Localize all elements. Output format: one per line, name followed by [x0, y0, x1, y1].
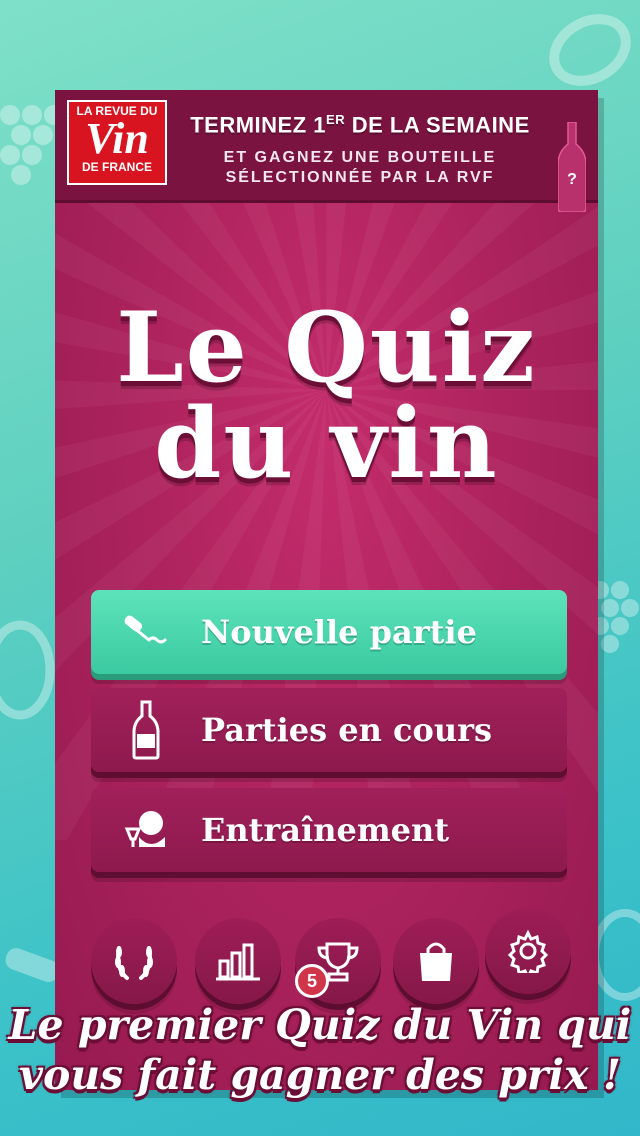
tagline-line1: Le premier Quiz du Vin qui [8, 1001, 632, 1049]
statistics-button[interactable] [195, 918, 281, 1004]
training-label: Entraînement [201, 811, 450, 849]
promo-tagline: Le premier Quiz du Vin qui vous fait gag… [0, 1000, 640, 1100]
logo-line2: Vin [85, 114, 149, 163]
shop-button[interactable] [393, 918, 479, 1004]
promo-subtitle: ET GAGNEZ UNE BOUTEILLE SÉLECTIONNÉE PAR… [175, 148, 545, 188]
promo-banner[interactable]: LA REVUE DU Vin DE FRANCE TERMINEZ 1ER D… [55, 90, 598, 212]
stats-icon [216, 943, 260, 981]
tagline-line2: vous fait gagner des prix ! [19, 1051, 621, 1099]
training-button[interactable]: Entraînement [91, 788, 567, 872]
promo-title: TERMINEZ 1ER DE LA SEMAINE [190, 112, 530, 138]
promo-subtitle-line1: ET GAGNEZ UNE BOUTEILLE [223, 149, 497, 166]
rvf-logo: LA REVUE DU Vin DE FRANCE [67, 100, 167, 185]
bottle-question-mark: ? [567, 171, 577, 188]
wine-bottle-icon [91, 700, 201, 760]
app-title-line1: Le Quiz [116, 291, 537, 404]
gear-icon [507, 929, 549, 973]
new-game-label: Nouvelle partie [201, 613, 477, 651]
trophies-badge: 5 [295, 964, 329, 998]
settings-button[interactable] [485, 908, 571, 994]
shop-bag-icon [420, 942, 452, 981]
corkscrew-icon [91, 612, 201, 652]
app-title: Le Quiz du vin [55, 300, 598, 492]
games-in-progress-label: Parties en cours [201, 711, 492, 749]
main-panel: LA REVUE DU Vin DE FRANCE TERMINEZ 1ER D… [55, 90, 598, 1090]
app-title-line2: du vin [154, 387, 499, 500]
logo-line3: DE FRANCE [81, 160, 152, 174]
laurel-icon [115, 946, 153, 980]
new-game-button[interactable]: Nouvelle partie [91, 590, 567, 674]
rankings-button[interactable] [91, 918, 177, 1004]
games-in-progress-button[interactable]: Parties en cours [91, 688, 567, 772]
mystery-bottle-icon: ? [558, 122, 586, 212]
sommelier-icon [91, 807, 201, 853]
promo-subtitle-line2: SÉLECTIONNÉE PAR LA RVF [225, 169, 495, 186]
